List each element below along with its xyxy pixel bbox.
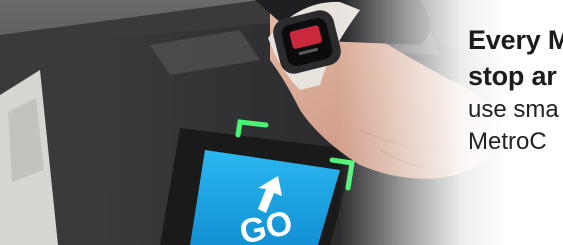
headline-line-2: stop ar [468,61,557,91]
promo-copy: Every M stop ar use sma MetroC [468,22,563,158]
promo-hero: GO Every M stop ar use sma MetroC [0,0,563,245]
headline-line-1: Every M [468,25,563,55]
body-line-1: use sma [468,96,559,123]
body-line-2: MetroC [468,128,547,155]
